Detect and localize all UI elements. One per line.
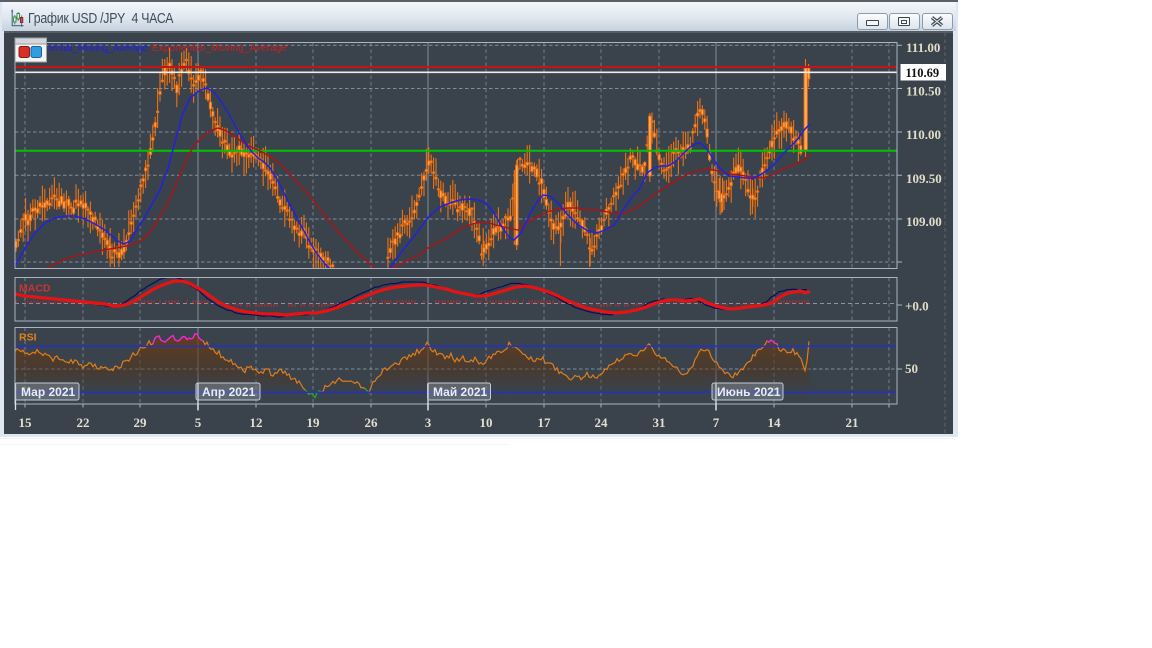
svg-text:Май 2021: Май 2021 [433, 385, 488, 399]
svg-text:110.00: 110.00 [906, 127, 941, 142]
svg-text:17: 17 [538, 415, 552, 430]
svg-text:19: 19 [307, 415, 321, 430]
svg-text:50: 50 [905, 361, 918, 376]
svg-text:12: 12 [250, 415, 263, 430]
svg-text:MACD: MACD [19, 283, 51, 295]
svg-text:+0.0: +0.0 [905, 299, 929, 314]
svg-text:3: 3 [425, 415, 432, 430]
svg-text:21: 21 [846, 415, 859, 430]
svg-text:Exponential_Moving_Average': Exponential_Moving_Average' [152, 43, 289, 54]
svg-text:10: 10 [480, 415, 493, 430]
svg-text:Мар 2021: Мар 2021 [21, 385, 76, 399]
svg-text:14: 14 [768, 415, 782, 430]
svg-text:RSI: RSI [19, 332, 37, 344]
svg-text:24: 24 [595, 415, 609, 430]
svg-text:109.50: 109.50 [906, 171, 942, 186]
svg-text:15: 15 [19, 415, 33, 430]
svg-text:26: 26 [365, 415, 379, 430]
svg-text:109.00: 109.00 [906, 214, 942, 229]
svg-text:110.69: 110.69 [906, 66, 940, 80]
svg-text:Июнь 2021: Июнь 2021 [717, 385, 781, 399]
svg-text:7: 7 [713, 415, 720, 430]
svg-text:110.50: 110.50 [906, 84, 941, 99]
svg-text:5: 5 [195, 415, 202, 430]
svg-text:29: 29 [134, 415, 148, 430]
svg-text:22: 22 [77, 415, 90, 430]
svg-text:Апр 2021: Апр 2021 [202, 385, 256, 399]
svg-text:111.00: 111.00 [906, 40, 940, 55]
svg-text:31: 31 [653, 415, 666, 430]
